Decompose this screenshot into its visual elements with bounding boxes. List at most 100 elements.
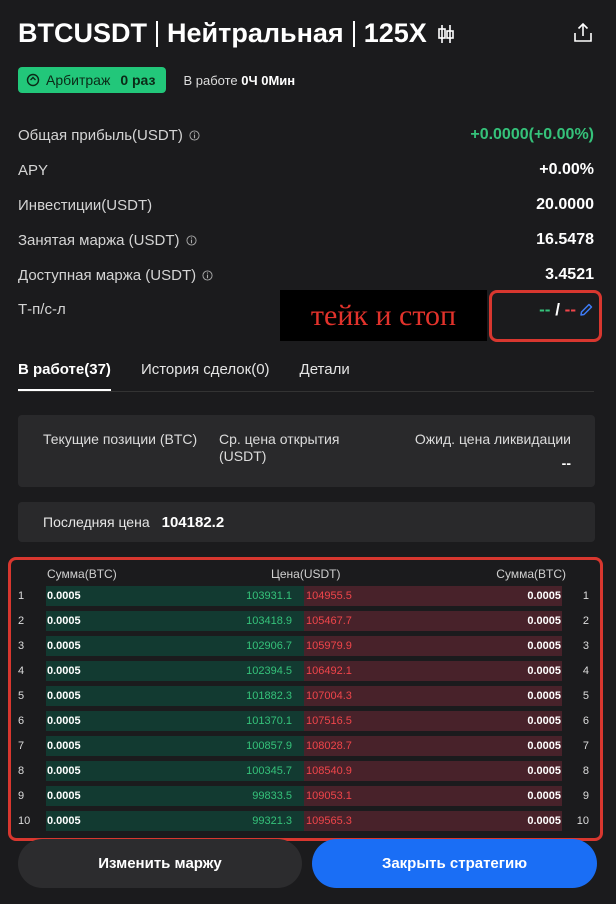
bid-price: 103931.1 (246, 590, 292, 602)
tpsl-slash: / (555, 300, 560, 319)
ask-price: 104955.5 (306, 590, 352, 602)
stat-apy: APY +0.00% (18, 161, 594, 179)
ask-price: 109565.3 (306, 815, 352, 827)
info-icon[interactable] (202, 269, 213, 281)
positions-header-current: Текущие позиции (BTC) (43, 431, 198, 447)
row-index-right: 2 (582, 615, 589, 627)
bid-amount: 0.0005 (47, 715, 81, 727)
bid-price: 100345.7 (246, 765, 292, 777)
row-index-left: 5 (18, 690, 25, 702)
bid-price: 99833.5 (252, 790, 292, 802)
orderbook-row: 3 0.0005 102906.7 105979.9 0.0005 3 (18, 636, 598, 656)
ask-price: 105979.9 (306, 640, 352, 652)
tpsl-value: -- / -- (539, 300, 576, 320)
last-price-panel: Последняя цена 104182.2 (18, 502, 595, 542)
annotation-overlay: тейк и стоп (280, 290, 487, 341)
tab-details[interactable]: Детали (300, 355, 350, 389)
ask-amount: 0.0005 (527, 590, 561, 602)
bid-amount: 0.0005 (47, 690, 81, 702)
orderbook-row: 5 0.0005 101882.3 107004.3 0.0005 5 (18, 686, 598, 706)
row-index-right: 8 (582, 765, 589, 777)
row-index-right: 4 (582, 665, 589, 677)
ask-price: 105467.7 (306, 615, 352, 627)
ask-amount: 0.0005 (527, 640, 561, 652)
row-index-left: 7 (18, 740, 25, 752)
ask-price: 109053.1 (306, 790, 352, 802)
badge-row: Арбитраж 0 раз В работе 0Ч 0Мин (18, 67, 295, 93)
positions-panel: Текущие позиции (BTC) Ср. цена открытия … (18, 415, 595, 487)
share-icon[interactable] (572, 22, 594, 44)
ask-amount: 0.0005 (527, 615, 561, 627)
arbitrage-icon (26, 73, 40, 87)
margin-available-value: 3.4521 (545, 266, 594, 283)
positions-header-avg-price: Ср. цена открытия (USDT) (219, 431, 340, 464)
ask-price: 107516.5 (306, 715, 352, 727)
bid-price: 102906.7 (246, 640, 292, 652)
orderbook-row: 7 0.0005 100857.9 108028.7 0.0005 7 (18, 736, 598, 756)
row-index-right: 7 (582, 740, 589, 752)
orderbook-header-price: Цена(USDT) (271, 567, 341, 581)
row-index-right: 3 (582, 640, 589, 652)
edit-icon[interactable] (578, 302, 594, 318)
arbitrage-label: Арбитраж (46, 72, 111, 88)
symbol: BTCUSDT (18, 18, 147, 48)
tpsl-label: Т-п/с-л (18, 301, 66, 318)
investment-value: 20.0000 (536, 196, 594, 213)
row-index-left: 6 (18, 715, 25, 727)
row-index-right: 5 (582, 690, 589, 702)
bid-price: 101370.1 (246, 715, 292, 727)
row-index-left: 9 (18, 790, 25, 802)
tab-history[interactable]: История сделок(0) (141, 355, 270, 389)
liquidation-value: -- (561, 455, 571, 471)
arbitrage-count: 0 раз (120, 72, 156, 88)
bid-price: 100857.9 (246, 740, 292, 752)
orderbook-row: 6 0.0005 101370.1 107516.5 0.0005 6 (18, 711, 598, 731)
ask-amount: 0.0005 (527, 815, 561, 827)
margin-available-label: Доступная маржа (USDT) (18, 266, 197, 284)
change-margin-button[interactable]: Изменить маржу (18, 839, 302, 888)
arbitrage-badge: Арбитраж 0 раз (18, 67, 167, 93)
leverage: 125X (363, 18, 427, 48)
bid-amount: 0.0005 (47, 740, 81, 752)
ask-amount: 0.0005 (527, 690, 561, 702)
bid-amount: 0.0005 (47, 815, 81, 827)
last-price-value: 104182.2 (161, 513, 225, 531)
title-separator (156, 20, 158, 47)
tp-value: -- (539, 300, 551, 319)
orderbook-row: 1 0.0005 103931.1 104955.5 0.0005 1 (18, 586, 598, 606)
ask-amount: 0.0005 (527, 665, 561, 677)
orderbook-header-bid-amount: Сумма(BTC) (47, 567, 117, 581)
close-strategy-button[interactable]: Закрыть стратегию (312, 839, 597, 888)
orderbook-row: 10 0.0005 99321.3 109565.3 0.0005 10 (18, 811, 598, 831)
ask-price: 106492.1 (306, 665, 352, 677)
margin-used-value: 16.5478 (536, 231, 594, 248)
apy-label: APY (18, 161, 49, 179)
profit-value: +0.0000(+0.00%) (470, 126, 594, 143)
strategy-mode: Нейтральная (167, 18, 344, 48)
row-index-left: 3 (18, 640, 25, 652)
tab-working[interactable]: В работе(37) (18, 355, 111, 391)
ask-amount: 0.0005 (527, 790, 561, 802)
info-icon[interactable] (185, 234, 197, 246)
row-index-right: 1 (582, 590, 589, 602)
bid-amount: 0.0005 (47, 765, 81, 777)
positions-header-liquidation: Ожид. цена ликвидации (414, 431, 571, 447)
working-time: В работе 0Ч 0Мин (183, 73, 295, 88)
row-index-right: 9 (582, 790, 589, 802)
row-index-right: 6 (582, 715, 589, 727)
row-index-right: 10 (576, 815, 589, 827)
ask-amount: 0.0005 (527, 765, 561, 777)
candlestick-icon[interactable] (437, 23, 455, 45)
info-icon[interactable] (189, 129, 200, 141)
tab-bar: В работе(37) История сделок(0) Детали (18, 355, 594, 392)
row-index-left: 8 (18, 765, 25, 777)
bid-price: 102394.5 (246, 665, 292, 677)
margin-used-label: Занятая маржа (USDT) (18, 231, 180, 249)
orderbook-row: 2 0.0005 103418.9 105467.7 0.0005 2 (18, 611, 598, 631)
stat-profit: Общая прибыль(USDT) +0.0000(+0.00%) (18, 126, 594, 144)
bid-amount: 0.0005 (47, 640, 81, 652)
stat-margin-used: Занятая маржа (USDT) 16.5478 (18, 231, 594, 249)
row-index-left: 4 (18, 665, 25, 677)
bid-amount: 0.0005 (47, 590, 81, 602)
ask-price: 107004.3 (306, 690, 352, 702)
